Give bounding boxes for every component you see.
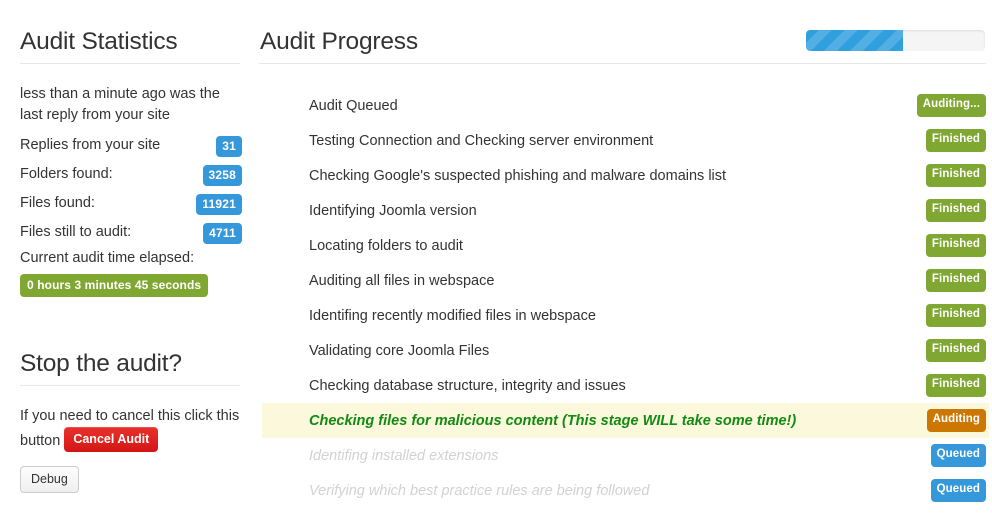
stat-badge-files-found: 11921 [196,194,242,215]
stat-badge-folders: 3258 [203,165,243,186]
stage-status-badge: Finished [926,234,986,257]
stage-label: Validating core Joomla Files [309,343,926,359]
stage-label: Identifing recently modified files in we… [309,308,926,324]
stat-row-files-to-audit: Files still to audit: 4711 [20,221,242,243]
audit-progress-page: Audit Statistics less than a minute ago … [0,0,992,528]
audit-stage-list: Audit QueuedAuditing... Testing Connectio… [262,88,989,508]
stop-audit-heading: Stop the audit? [20,352,182,377]
stage-label: Checking database structure, integrity a… [309,378,926,394]
statistics-divider [20,63,240,64]
stage-status-badge: Auditing [927,409,986,432]
stat-row-files-found: Files found: 11921 [20,192,242,214]
stage-label: Identifing installed extensions [309,448,931,464]
cancel-instructions: If you need to cancel this click this bu… [20,406,250,452]
stage-row: Identifying Joomla versionFinished [262,193,989,228]
audit-statistics-heading: Audit Statistics [20,30,177,55]
stat-row-folders: Folders found: 3258 [20,163,242,185]
stage-label: Audit Queued [309,98,917,114]
debug-button[interactable]: Debug [20,466,79,493]
stage-row: Checking database structure, integrity a… [262,368,989,403]
stage-label: Auditing all files in webspace [309,273,926,289]
audit-progress-heading: Audit Progress [260,30,418,55]
stage-status-badge: Auditing... [917,94,986,117]
stage-label: Locating folders to audit [309,238,926,254]
stage-status-badge: Finished [926,304,986,327]
stage-row: Verifying which best practice rules are … [262,473,989,508]
audit-statistics-sidebar: Audit Statistics less than a minute ago … [0,0,258,528]
stage-status-badge: Finished [926,164,986,187]
audit-progress-bar [806,30,985,51]
stage-row: Identifing recently modified files in we… [262,298,989,333]
stop-audit-divider [20,385,240,386]
stat-label-files-to-audit: Files still to audit: [20,221,131,243]
stage-label: Verifying which best practice rules are … [309,483,931,499]
cancel-audit-button[interactable]: Cancel Audit [64,427,158,452]
stage-status-badge: Finished [926,199,986,222]
stage-status-badge: Finished [926,374,986,397]
audit-progress-panel: Audit Progress Audit QueuedAuditing... Te… [258,0,992,528]
last-reply-text: less than a minute ago was the last repl… [20,84,242,126]
stage-row: Testing Connection and Checking server e… [262,123,989,158]
stage-status-badge: Finished [926,129,986,152]
stage-status-badge: Finished [926,339,986,362]
elapsed-time-badge: 0 hours 3 minutes 45 seconds [20,274,208,297]
stage-label: Checking Google's suspected phishing and… [309,168,926,184]
stat-label-files-found: Files found: [20,192,95,214]
stage-row: Locating folders to auditFinished [262,228,989,263]
stat-badge-files-to-audit: 4711 [203,223,242,244]
progress-divider [259,63,986,64]
stage-row: Identifing installed extensionsQueued [262,438,989,473]
stat-label-folders: Folders found: [20,163,113,185]
stage-status-badge: Queued [931,479,986,502]
audit-progress-bar-fill [806,30,903,51]
elapsed-time-label: Current audit time elapsed: [20,250,194,266]
stat-badge-replies: 31 [216,136,242,157]
stat-label-replies: Replies from your site [20,134,160,156]
stage-row: Auditing all files in webspaceFinished [262,263,989,298]
stage-label: Testing Connection and Checking server e… [309,133,926,149]
stage-row: Checking Google's suspected phishing and… [262,158,989,193]
stage-status-badge: Queued [931,444,986,467]
stage-label: Identifying Joomla version [309,203,926,219]
stage-row: Audit QueuedAuditing... [262,88,989,123]
stage-row: Validating core Joomla FilesFinished [262,333,989,368]
stat-row-replies: Replies from your site 31 [20,134,242,156]
stage-status-badge: Finished [926,269,986,292]
stage-row: Checking files for malicious content (Th… [262,403,989,438]
stage-label: Checking files for malicious content (Th… [309,413,927,429]
